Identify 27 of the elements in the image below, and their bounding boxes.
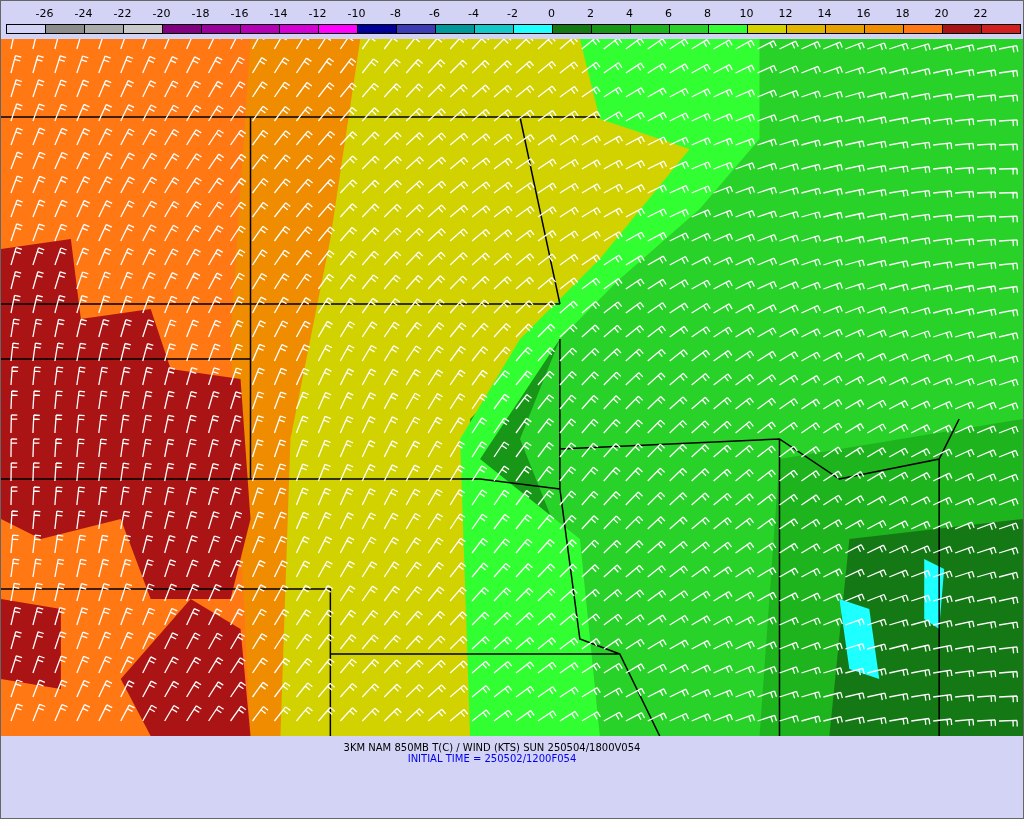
legend-label: -14 xyxy=(268,6,289,22)
legend-label: -24 xyxy=(73,6,94,22)
legend-label: -2 xyxy=(506,6,519,22)
legend-label: -4 xyxy=(467,6,480,22)
legend-label: -10 xyxy=(346,6,367,22)
legend-label: -20 xyxy=(151,6,172,22)
legend-label: 18 xyxy=(894,6,911,22)
legend-label: 2 xyxy=(586,6,595,22)
initial-time-text: INITIAL TIME = 250502/1200F054 xyxy=(407,753,577,764)
legend-label: 12 xyxy=(777,6,794,22)
legend-label: 8 xyxy=(703,6,712,22)
legend-label: 14 xyxy=(816,6,833,22)
map-title: 3KM NAM 850MB T(C) / WIND (KTS) SUN 250504/1800V054 xyxy=(343,742,641,753)
legend-label: -12 xyxy=(307,6,328,22)
legend-label: -22 xyxy=(112,6,133,22)
legend-label: 4 xyxy=(625,6,634,22)
legend-label: -8 xyxy=(389,6,402,22)
legend-label: 22 xyxy=(972,6,989,22)
legend-label: 6 xyxy=(664,6,673,22)
legend-label: 16 xyxy=(855,6,872,22)
legend-label: -6 xyxy=(428,6,441,22)
legend-label: 10 xyxy=(738,6,755,22)
legend-label: -18 xyxy=(190,6,211,22)
legend-label: -16 xyxy=(229,6,250,22)
legend-label: 0 xyxy=(547,6,556,22)
legend-label: 20 xyxy=(933,6,950,22)
legend-label: -26 xyxy=(34,6,55,22)
